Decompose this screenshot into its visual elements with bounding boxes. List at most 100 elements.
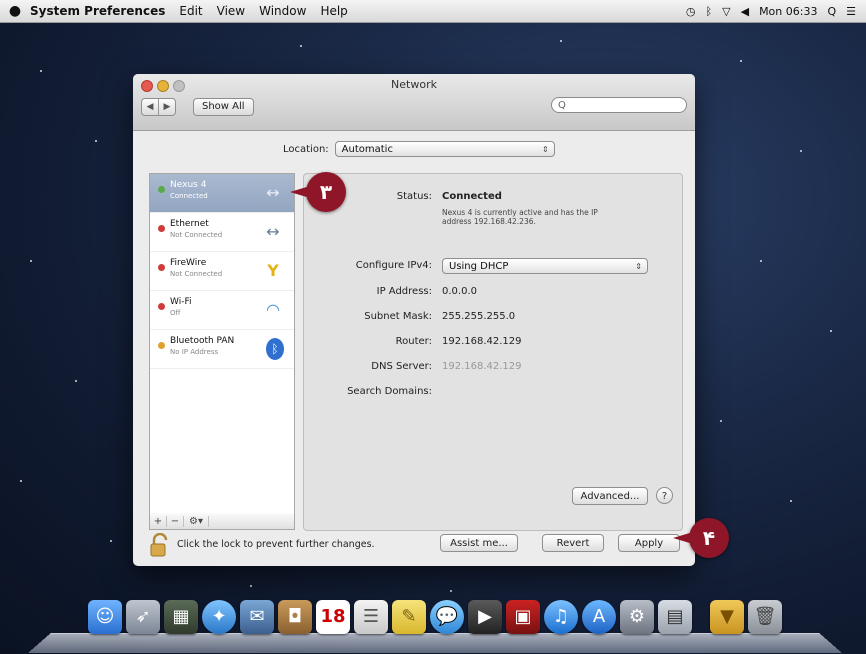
service-item-bluetooth-pan[interactable]: Bluetooth PAN No IP Address ᛒ bbox=[150, 330, 294, 369]
preview-icon[interactable]: ▤ bbox=[658, 600, 692, 634]
window-title: Network bbox=[391, 78, 437, 91]
time-machine-icon[interactable]: ◷ bbox=[686, 5, 696, 18]
service-item-ethernet[interactable]: Ethernet Not Connected ↔ bbox=[150, 213, 294, 252]
window-content: Location: Automatic ⇕ Nexus 4 Connected … bbox=[133, 131, 695, 566]
search-icon: Q bbox=[558, 100, 566, 111]
location-label: Location: bbox=[283, 143, 329, 155]
reminders-icon[interactable]: ☰ bbox=[354, 600, 388, 634]
lock-icon[interactable] bbox=[149, 533, 171, 557]
facetime-icon[interactable]: ▶ bbox=[468, 600, 502, 634]
app-store-icon[interactable]: A bbox=[582, 600, 616, 634]
service-name: Wi-Fi bbox=[170, 297, 192, 307]
wifi-icon[interactable]: ▽ bbox=[722, 5, 730, 18]
remove-service-button[interactable]: − bbox=[167, 515, 184, 527]
location-value: Automatic bbox=[341, 144, 393, 155]
window-titlebar: Network ◀ ▶ Show All Q bbox=[133, 74, 695, 131]
downloads-stack-icon[interactable]: ▼ bbox=[710, 600, 744, 634]
assist-me-button[interactable]: Assist me... bbox=[440, 534, 518, 552]
calendar-icon[interactable]: 18 bbox=[316, 600, 350, 634]
service-name: Bluetooth PAN bbox=[170, 336, 235, 346]
itunes-icon[interactable]: ♫ bbox=[544, 600, 578, 634]
forward-arrow-icon[interactable]: ▶ bbox=[158, 99, 175, 115]
safari-icon[interactable]: ✦ bbox=[202, 600, 236, 634]
configure-ipv4-value: Using DHCP bbox=[449, 261, 509, 272]
select-arrows-icon: ⇕ bbox=[635, 262, 642, 271]
dock-shelf bbox=[28, 632, 842, 653]
show-all-button[interactable]: Show All bbox=[193, 98, 254, 116]
wifi-icon: ◠ bbox=[266, 300, 280, 319]
apply-button[interactable]: Apply bbox=[618, 534, 680, 552]
service-item-nexus4[interactable]: Nexus 4 Connected ↔ bbox=[150, 174, 294, 213]
service-name: FireWire bbox=[170, 258, 207, 268]
configure-ipv4-select[interactable]: Using DHCP ⇕ bbox=[442, 258, 648, 274]
router-label: Router: bbox=[395, 336, 432, 347]
notification-center-icon[interactable]: ☰ bbox=[846, 5, 856, 18]
status-dot-green bbox=[158, 186, 165, 193]
spotlight-icon[interactable]: Q bbox=[827, 5, 836, 18]
contacts-icon[interactable]: ◘ bbox=[278, 600, 312, 634]
revert-button[interactable]: Revert bbox=[542, 534, 604, 552]
service-name: Ethernet bbox=[170, 219, 209, 229]
search-domains-label: Search Domains: bbox=[347, 386, 432, 397]
service-status: Not Connected bbox=[170, 231, 223, 239]
back-arrow-icon[interactable]: ◀ bbox=[142, 99, 158, 115]
status-description-line1: Nexus 4 is currently active and has the … bbox=[442, 208, 598, 217]
ip-address-label: IP Address: bbox=[376, 286, 432, 297]
service-status: No IP Address bbox=[170, 348, 219, 356]
dns-server-label: DNS Server: bbox=[371, 361, 432, 372]
configure-ipv4-label: Configure IPv4: bbox=[355, 260, 432, 271]
service-status: Off bbox=[170, 309, 181, 317]
menu-app-name[interactable]: System Preferences bbox=[30, 4, 165, 18]
dock: ☺ ➶ ▦ ✦ ✉ ◘ 18 ☰ ✎ 💬 ▶ ▣ ♫ A ⚙ ▤ ▼ 🗑 bbox=[28, 596, 842, 654]
trash-icon[interactable]: 🗑 bbox=[748, 600, 782, 634]
location-row: Location: Automatic ⇕ bbox=[283, 141, 555, 157]
status-description-line2: address 192.168.42.236. bbox=[442, 217, 536, 226]
mail-icon[interactable]: ✉ bbox=[240, 600, 274, 634]
service-list-toolbar: + − ⚙▾ bbox=[149, 513, 295, 530]
system-preferences-icon[interactable]: ⚙ bbox=[620, 600, 654, 634]
volume-icon[interactable]: ◀ bbox=[741, 5, 749, 18]
menu-window[interactable]: Window bbox=[259, 4, 306, 18]
status-dot-red bbox=[158, 303, 165, 310]
network-window: Network ◀ ▶ Show All Q Location: Automat… bbox=[133, 74, 695, 566]
ethernet-icon: ↔ bbox=[266, 222, 280, 241]
gear-menu-icon[interactable]: ⚙▾ bbox=[184, 515, 209, 527]
select-arrows-icon: ⇕ bbox=[541, 145, 549, 154]
search-field[interactable]: Q bbox=[551, 97, 687, 113]
status-dot-red bbox=[158, 225, 165, 232]
location-select[interactable]: Automatic ⇕ bbox=[334, 141, 555, 157]
help-button[interactable]: ? bbox=[656, 487, 673, 504]
bluetooth-icon: ᛒ bbox=[266, 338, 284, 360]
menu-edit[interactable]: Edit bbox=[179, 4, 202, 18]
status-dot-red bbox=[158, 264, 165, 271]
lock-message: Click the lock to prevent further change… bbox=[177, 539, 375, 550]
service-list: Nexus 4 Connected ↔ Ethernet Not Connect… bbox=[149, 173, 295, 515]
service-name: Nexus 4 bbox=[170, 180, 207, 190]
menu-help[interactable]: Help bbox=[320, 4, 347, 18]
menu-view[interactable]: View bbox=[217, 4, 245, 18]
status-value: Connected bbox=[442, 191, 502, 202]
status-label: Status: bbox=[396, 191, 432, 202]
firewire-icon: Y bbox=[267, 261, 279, 280]
status-dot-yellow bbox=[158, 342, 165, 349]
add-service-button[interactable]: + bbox=[150, 515, 167, 527]
advanced-button[interactable]: Advanced... bbox=[572, 487, 648, 505]
usb-tether-icon: ↔ bbox=[266, 183, 280, 202]
ip-address-value: 0.0.0.0 bbox=[442, 286, 477, 297]
service-status: Connected bbox=[170, 192, 208, 200]
nav-buttons: ◀ ▶ bbox=[141, 98, 176, 116]
service-item-firewire[interactable]: FireWire Not Connected Y bbox=[150, 252, 294, 291]
finder-icon[interactable]: ☺ bbox=[88, 600, 122, 634]
mission-control-icon[interactable]: ▦ bbox=[164, 600, 198, 634]
notes-icon[interactable]: ✎ bbox=[392, 600, 426, 634]
menu-clock[interactable]: Mon 06:33 bbox=[759, 5, 817, 18]
apple-menu-icon[interactable]: ● bbox=[0, 3, 30, 19]
photo-booth-icon[interactable]: ▣ bbox=[506, 600, 540, 634]
bluetooth-icon[interactable]: ᛒ bbox=[706, 5, 713, 18]
messages-icon[interactable]: 💬 bbox=[430, 600, 464, 634]
launchpad-icon[interactable]: ➶ bbox=[126, 600, 160, 634]
service-item-wifi[interactable]: Wi-Fi Off ◠ bbox=[150, 291, 294, 330]
subnet-mask-label: Subnet Mask: bbox=[364, 311, 432, 322]
callout-badge-4: ۴ bbox=[673, 518, 729, 558]
callout-badge-3: ۳ bbox=[290, 172, 346, 212]
